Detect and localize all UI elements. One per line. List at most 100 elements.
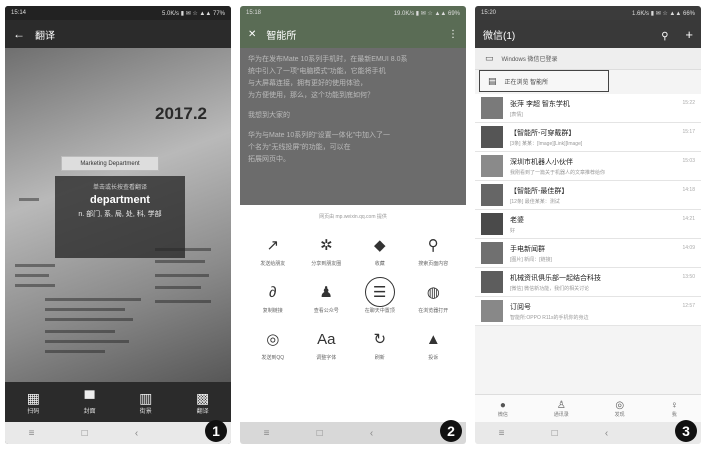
qr-code-icon: ▦: [26, 389, 41, 406]
tab-cover[interactable]: ▀ 封面: [84, 390, 96, 415]
pin-list-icon: ☰: [364, 277, 395, 307]
phone-screen-chat-list: 15:20 1.6K/s ▮ ✉ ☆ ▲▲ 66% 微信(1) ⚲ + ▭ Wi…: [475, 6, 701, 444]
book-cover-icon: ▀: [84, 389, 95, 406]
menu-icon[interactable]: ≡: [499, 428, 505, 439]
scan-mode-bar: ▦ 扫码 ▀ 封面 ▥ 街景 ▩ 翻译: [5, 382, 231, 422]
system-nav-bar: ≡ □ ‹: [5, 422, 231, 444]
action-report[interactable]: ▲ 投诉: [407, 324, 461, 362]
translation-card[interactable]: 单击或长按查看翻译 department n. 部门, 系, 局, 处, 科, …: [55, 176, 185, 258]
action-copy-link[interactable]: ∂ 复制链接: [246, 277, 300, 315]
list-item[interactable]: 深圳市机器人小伙伴 我刚看到了一篇关于机器人的文章推荐给你 15:03: [475, 152, 701, 181]
action-send-to-friend[interactable]: ↗ 发送给朋友: [246, 230, 300, 267]
status-bar: 15:18 19.0K/s ▮ ✉ ☆ ▲▲ 69%: [240, 6, 466, 20]
windows-login-notice[interactable]: ▭ Windows 微信已登录: [475, 48, 701, 70]
back-arrow-icon[interactable]: ←: [13, 27, 25, 41]
article-line: 为方便使用，那么，这个功能到底如何？: [248, 92, 374, 99]
tab-label: 我: [671, 411, 677, 418]
back-icon[interactable]: ‹: [370, 428, 373, 439]
compass-icon: ◎: [615, 399, 625, 411]
action-view-account[interactable]: ♟ 查看公众号: [300, 277, 354, 314]
tab-translate[interactable]: ▩ 翻译: [196, 390, 209, 415]
action-share-moments[interactable]: ✲ 分享到朋友圈: [300, 230, 354, 267]
list-item[interactable]: 机械资讯俱乐部一起结合科技 [微信] 微信新功能，我们的相关讨论 13:50: [475, 268, 701, 297]
back-icon[interactable]: ‹: [135, 428, 138, 439]
chat-name: 订阅号: [510, 303, 531, 311]
chat-name: 张萍 李超 智东学机: [510, 100, 570, 108]
article-line: 华为与Mate 10系列的“设置一体化”中加入了一: [248, 132, 390, 139]
more-menu-icon[interactable]: ⋮: [448, 29, 458, 40]
list-item[interactable]: 张萍 李超 智东学机 [表情] 15:22: [475, 94, 701, 123]
action-favorite[interactable]: ◆ 收藏: [353, 230, 407, 267]
article-line: 与大屏幕连接，拥有更好的使用体验，: [248, 80, 367, 87]
close-icon[interactable]: ✕: [248, 29, 256, 40]
tab-label: 翻译: [196, 408, 209, 415]
chat-name: 【智能所-最佳群】: [510, 187, 569, 195]
tab-contacts[interactable]: ♙ 通讯录: [554, 400, 569, 418]
chat-name: 手电新闻群: [510, 245, 545, 253]
action-label: 刷新: [374, 355, 385, 361]
tab-me[interactable]: ♀ 我: [671, 400, 679, 418]
browsing-text: 正在浏览 智能所: [504, 79, 549, 86]
status-time: 15:18: [246, 10, 262, 16]
globe-icon: ◍: [426, 284, 440, 301]
action-pin-in-chat[interactable]: ☰ 在聊天中置顶: [353, 277, 407, 314]
chat-preview: [3条] 某某：[Image][Link][Image]: [510, 140, 583, 147]
chat-preview: [12条] 最佳某某：测试: [510, 198, 560, 205]
action-send-qq[interactable]: ◎ 发送到QQ: [246, 324, 300, 361]
search-icon[interactable]: ⚲: [661, 31, 668, 42]
search-icon: ⚲: [427, 237, 439, 254]
phone-screen-share-menu: 15:18 19.0K/s ▮ ✉ ☆ ▲▲ 69% ✕ 智能所 ⋮ 华为在发布…: [240, 6, 466, 444]
action-refresh[interactable]: ↻ 刷新: [353, 324, 407, 361]
chat-preview: 好: [510, 227, 516, 234]
document-text-line: [45, 298, 141, 301]
chat-preview: 我刚看到了一篇关于机器人的文章推荐给你: [510, 169, 606, 176]
tab-chats[interactable]: ● 微信: [498, 400, 508, 418]
avatar: [481, 300, 503, 322]
document-text-line: [155, 286, 201, 289]
list-item[interactable]: 【智能所-最佳群】 [12条] 最佳某某：测试 14:18: [475, 181, 701, 210]
status-time: 15:14: [11, 10, 27, 16]
action-label: 搜索页面内容: [418, 261, 449, 267]
source-url-note: 网页由 mp.weixin.qq.com 提供: [319, 214, 387, 220]
article-line: 拓展网页中。: [248, 156, 290, 163]
avatar: [481, 242, 503, 264]
home-icon[interactable]: □: [552, 428, 558, 439]
chat-time: 12:57: [682, 303, 695, 309]
chat-preview: [图片] 新闻：[链接]: [510, 256, 552, 263]
browsing-banner[interactable]: ▤ 正在浏览 智能所: [479, 70, 609, 92]
menu-icon[interactable]: ≡: [264, 428, 270, 439]
document-text-line: [19, 198, 39, 201]
back-icon[interactable]: ‹: [605, 428, 608, 439]
home-icon[interactable]: □: [317, 428, 323, 439]
tab-street-view[interactable]: ▥ 街景: [139, 390, 152, 415]
phone-screen-translate: 15:14 5.0K/s ▮ ✉ ☆ ▲▲ 77% ← 翻译 2017.2 Ma…: [5, 6, 231, 444]
chat-name: 老婆: [510, 216, 524, 224]
status-bar: 15:14 5.0K/s ▮ ✉ ☆ ▲▲ 77%: [5, 6, 231, 20]
chat-list: 张萍 李超 智东学机 [表情] 15:22 【智能所-可穿戴群】 [3条] 某某：[I…: [475, 94, 701, 326]
list-item[interactable]: 手电新闻群 [图片] 新闻：[链接] 14:09: [475, 239, 701, 268]
action-label: 在浏览器打开: [418, 308, 449, 314]
tab-discover[interactable]: ◎ 发现: [615, 400, 625, 418]
tab-label: 发现: [614, 411, 625, 418]
action-font-size[interactable]: Aa 调整字体: [300, 324, 354, 362]
list-item[interactable]: 【智能所-可穿戴群】 [3条] 某某：[Image][Link][Image] 15…: [475, 123, 701, 152]
menu-icon[interactable]: ≡: [29, 428, 35, 439]
highlighted-word-box[interactable]: Marketing Department: [61, 156, 159, 171]
add-icon[interactable]: +: [685, 27, 693, 42]
list-item[interactable]: 老婆好 14:21: [475, 210, 701, 239]
chat-time: 13:50: [682, 274, 695, 280]
tab-scan-code[interactable]: ▦ 扫码: [27, 390, 40, 415]
document-text-line: [15, 264, 55, 267]
action-label: 调整字体: [316, 355, 337, 361]
translated-word: department: [90, 194, 150, 206]
chat-time: 15:17: [682, 129, 695, 135]
action-search-page[interactable]: ⚲ 搜索页面内容: [407, 230, 461, 267]
home-icon[interactable]: □: [82, 428, 88, 439]
document-text-line: [15, 274, 49, 277]
article-line: 统中引入了一项“电脑模式”功能，它能将手机: [248, 68, 386, 75]
list-item[interactable]: 订阅号 智能所:OPPO R11s的手机你的身边 12:57: [475, 297, 701, 326]
avatar: [481, 184, 503, 206]
action-open-browser[interactable]: ◍ 在浏览器打开: [407, 277, 461, 314]
profile-icon: ♀: [670, 399, 679, 411]
chat-preview: [表情]: [510, 111, 523, 118]
